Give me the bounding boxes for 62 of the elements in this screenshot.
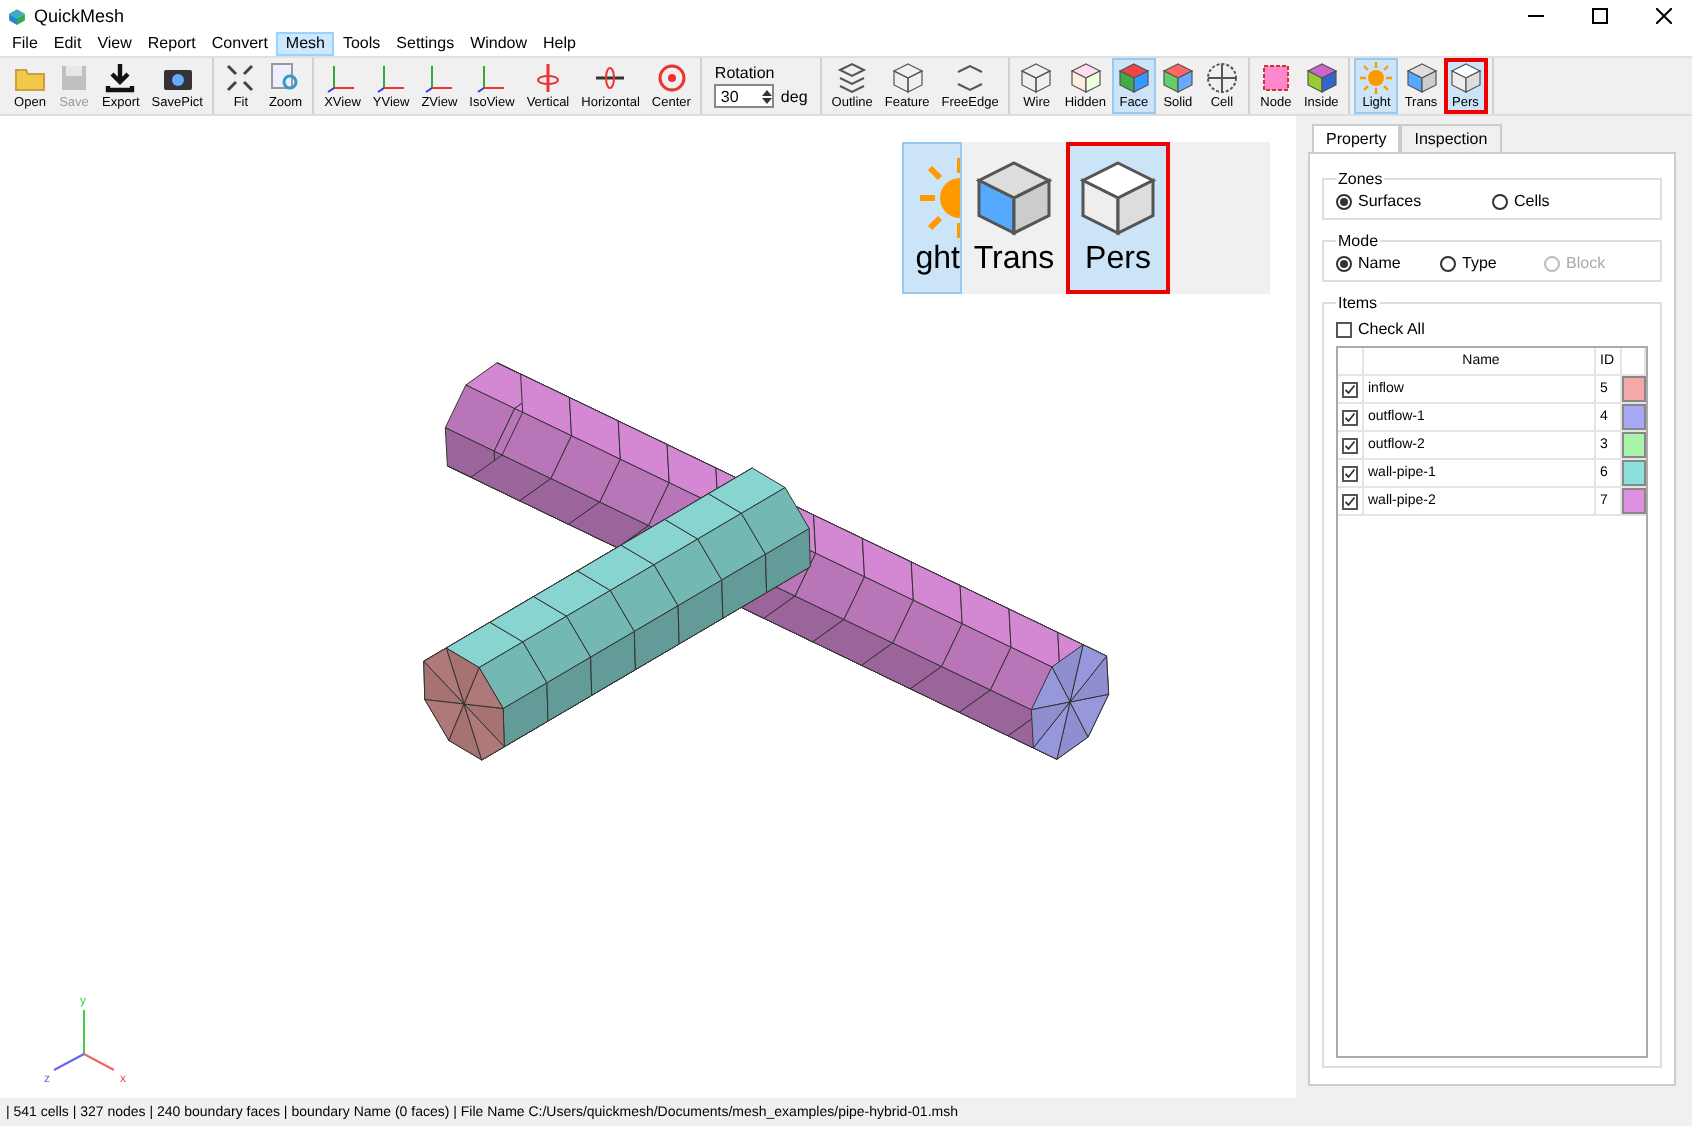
radio-label: Surfaces bbox=[1358, 192, 1422, 210]
axis-icon bbox=[423, 62, 456, 94]
app-logo-icon bbox=[8, 7, 26, 25]
radio-label: Type bbox=[1462, 254, 1497, 272]
rotate-icon bbox=[531, 62, 564, 94]
panel-tab[interactable]: Property bbox=[1312, 124, 1401, 152]
radio-option[interactable]: Surfaces bbox=[1336, 192, 1492, 210]
sphere-icon bbox=[1205, 62, 1238, 94]
radio-option[interactable]: Cells bbox=[1492, 192, 1648, 210]
rotation-spinner[interactable]: 30 bbox=[714, 84, 775, 108]
menu-item[interactable]: View bbox=[89, 32, 140, 56]
checkbox[interactable] bbox=[1342, 465, 1358, 481]
checkbox-label: Check All bbox=[1358, 320, 1425, 338]
rotate-icon bbox=[594, 62, 627, 94]
fit-icon bbox=[224, 62, 257, 94]
spinner-arrows-icon bbox=[762, 87, 773, 105]
sun-icon bbox=[1360, 62, 1393, 94]
menu-item[interactable]: File bbox=[4, 32, 46, 56]
menu-item[interactable]: Mesh bbox=[275, 32, 335, 56]
download-icon bbox=[104, 62, 137, 94]
radio-option[interactable]: Name bbox=[1336, 254, 1440, 272]
radio-label: Cells bbox=[1514, 192, 1550, 210]
rotation-unit: deg bbox=[780, 87, 808, 105]
radio-button[interactable] bbox=[1440, 255, 1456, 271]
radio-button[interactable] bbox=[1336, 255, 1352, 271]
menu-item[interactable]: Edit bbox=[45, 32, 90, 56]
menu-item[interactable]: Report bbox=[139, 32, 204, 56]
window-title: QuickMesh bbox=[34, 6, 125, 26]
axis-icon bbox=[326, 62, 359, 94]
panel-tab[interactable]: Inspection bbox=[1400, 124, 1502, 152]
edges-icon bbox=[954, 62, 987, 94]
zoom-icon bbox=[269, 62, 302, 94]
axis-icon bbox=[475, 62, 508, 94]
maximize-icon bbox=[1592, 8, 1608, 24]
menu-item[interactable]: Convert bbox=[203, 32, 276, 56]
axis-triad-drawing bbox=[53, 1009, 115, 1071]
group-title: Zones bbox=[1336, 170, 1385, 188]
axis-icon bbox=[375, 62, 408, 94]
menu-item[interactable]: Settings bbox=[388, 32, 463, 56]
menu-item[interactable]: Window bbox=[462, 32, 536, 56]
toolbar-label: Pers bbox=[1085, 242, 1151, 278]
layers-icon bbox=[836, 62, 869, 94]
rotation-label: Rotation bbox=[714, 64, 777, 82]
radio-button[interactable] bbox=[1336, 193, 1352, 209]
radio-option[interactable]: Type bbox=[1440, 254, 1544, 272]
target-icon bbox=[655, 62, 688, 94]
checkbox[interactable] bbox=[1342, 409, 1358, 425]
radio-button[interactable] bbox=[1492, 193, 1508, 209]
toolbar-label: Trans bbox=[973, 242, 1055, 278]
checkbox[interactable] bbox=[1342, 493, 1358, 509]
menu-item[interactable]: Tools bbox=[334, 32, 389, 56]
checkbox[interactable] bbox=[1342, 437, 1358, 453]
close-icon bbox=[1656, 8, 1672, 24]
toolbar-label: ght bbox=[915, 242, 960, 278]
menu-item[interactable]: Help bbox=[535, 32, 584, 56]
checkbox[interactable] bbox=[1342, 381, 1358, 397]
save-icon bbox=[58, 62, 90, 94]
radio-label: Block bbox=[1566, 254, 1606, 272]
group-title: Mode bbox=[1336, 232, 1381, 250]
radio-label: Name bbox=[1358, 254, 1401, 272]
group-title: Items bbox=[1336, 294, 1380, 312]
checkbox[interactable] bbox=[1336, 321, 1352, 337]
